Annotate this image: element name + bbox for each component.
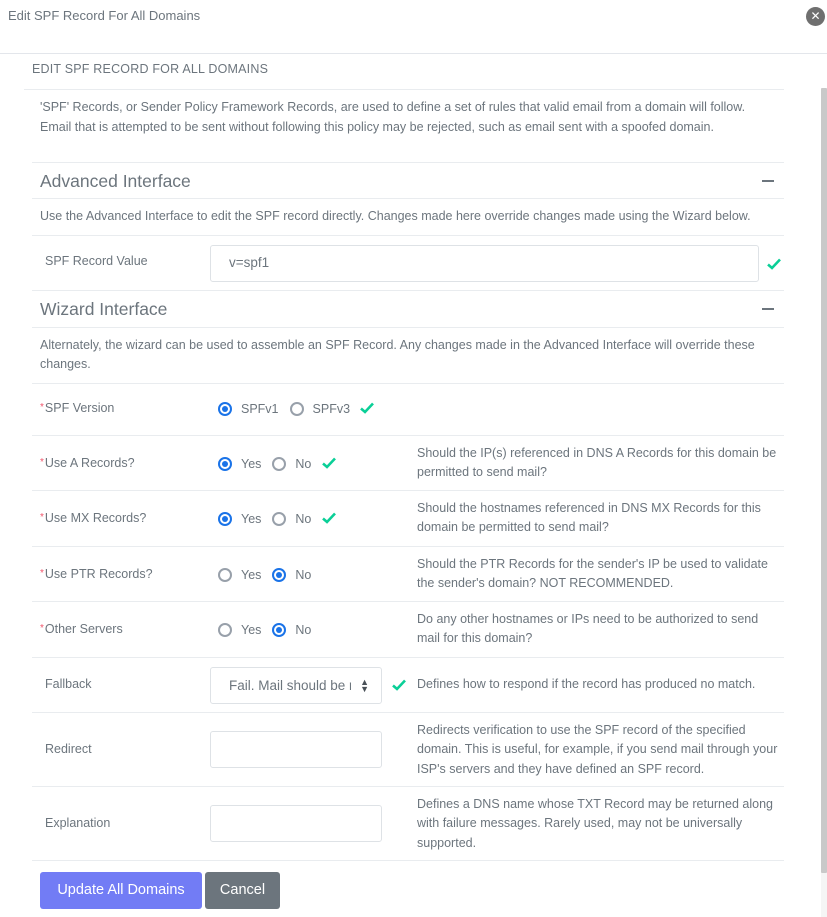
radio-checked-icon[interactable] <box>218 402 232 416</box>
radio-spfv3[interactable]: SPFv3 <box>289 402 362 416</box>
use-mx-records-help: Should the hostnames referenced in DNS M… <box>417 500 761 535</box>
use-a-records-radio-group: Yes No <box>218 457 337 472</box>
intro-text: 'SPF' Records, or Sender Policy Framewor… <box>40 100 746 134</box>
minus-icon[interactable] <box>762 180 774 182</box>
check-icon <box>360 402 374 417</box>
other-servers-label: *Other Servers <box>40 621 123 636</box>
modal-title: Edit SPF Record For All Domains <box>8 8 201 23</box>
fallback-select-value: Fail. Mail should be rejected <box>229 677 351 693</box>
required-marker: * <box>40 401 44 413</box>
radio-unchecked-icon[interactable] <box>289 402 304 416</box>
radio-ptr-no[interactable]: No <box>272 567 322 582</box>
explanation-help: Defines a DNS name whose TXT Record may … <box>417 796 773 850</box>
radio-ptr-yes[interactable]: Yes <box>218 567 272 582</box>
wizard-interface-header[interactable]: Wizard Interface <box>32 291 784 328</box>
radio-checked-icon[interactable] <box>218 512 232 526</box>
radio-unchecked-icon[interactable] <box>218 567 232 582</box>
other-servers-radio-group: Yes No <box>218 622 322 637</box>
fallback-help: Defines how to respond if the record has… <box>417 676 756 691</box>
spf-version-label: *SPF Version <box>40 400 115 415</box>
fallback-row: Fallback Fail. Mail should be rejected ▲… <box>32 658 784 713</box>
radio-unchecked-icon[interactable] <box>218 622 232 637</box>
advanced-interface-description: Use the Advanced Interface to edit the S… <box>32 199 784 236</box>
radio-mx-no[interactable]: No <box>272 512 322 526</box>
redirect-row: Redirect Redirects verification to use t… <box>32 713 784 787</box>
fallback-label: Fallback <box>45 676 92 691</box>
use-mx-records-row: *Use MX Records? Yes No Should the hostn… <box>32 491 784 547</box>
form-content: 'SPF' Records, or Sender Policy Framewor… <box>32 90 784 861</box>
other-servers-help: Do any other hostnames or IPs need to be… <box>417 611 759 646</box>
radio-other-no[interactable]: No <box>272 622 322 637</box>
update-all-domains-button[interactable]: Update All Domains <box>40 872 202 909</box>
explanation-label: Explanation <box>45 815 111 830</box>
check-icon <box>767 258 781 270</box>
check-icon <box>392 679 406 691</box>
explanation-row: Explanation Defines a DNS name whose TXT… <box>32 787 784 861</box>
use-a-records-row: *Use A Records? Yes No Should the IP(s) … <box>32 436 784 491</box>
modal-header: Edit SPF Record For All Domains ✕ <box>0 0 827 54</box>
explanation-input[interactable] <box>210 804 382 842</box>
use-ptr-records-radio-group: Yes No <box>218 567 322 582</box>
advanced-interface-header[interactable]: Advanced Interface <box>32 162 784 199</box>
advanced-interface-title: Advanced Interface <box>40 171 191 191</box>
use-ptr-records-label: *Use PTR Records? <box>40 566 153 581</box>
radio-checked-icon[interactable] <box>272 567 287 582</box>
radio-mx-yes[interactable]: Yes <box>218 512 272 526</box>
use-mx-records-radio-group: Yes No <box>218 512 337 527</box>
use-a-records-label: *Use A Records? <box>40 455 135 470</box>
wizard-interface-title: Wizard Interface <box>40 298 168 319</box>
scrollbar-thumb[interactable] <box>821 88 827 873</box>
use-mx-records-label: *Use MX Records? <box>40 510 147 525</box>
radio-checked-icon[interactable] <box>218 457 232 471</box>
minus-icon[interactable] <box>762 307 774 310</box>
redirect-input[interactable] <box>210 730 382 768</box>
select-arrows-icon: ▲ ▼ <box>360 676 369 694</box>
other-servers-row: *Other Servers Yes No Do any other hostn… <box>32 602 784 658</box>
spf-record-input[interactable]: v=spf1 <box>210 244 759 282</box>
radio-other-yes[interactable]: Yes <box>218 622 272 637</box>
radio-unchecked-icon[interactable] <box>272 457 287 471</box>
spf-record-label: SPF Record Value <box>45 253 148 268</box>
check-icon <box>322 512 337 527</box>
redirect-help: Redirects verification to use the SPF re… <box>417 722 778 776</box>
spf-record-row: SPF Record Value v=spf1 <box>32 236 784 291</box>
wizard-interface-description: Alternately, the wizard can be used to a… <box>32 328 784 384</box>
modal-footer: Update All Domains Cancel <box>40 872 280 909</box>
radio-checked-icon[interactable] <box>272 622 287 637</box>
cancel-button[interactable]: Cancel <box>205 872 280 909</box>
close-icon[interactable]: ✕ <box>806 7 825 26</box>
radio-a-no[interactable]: No <box>272 457 322 471</box>
radio-spfv1[interactable]: SPFv1 <box>218 402 290 416</box>
spf-version-row: *SPF Version SPFv1 SPFv3 <box>32 384 784 436</box>
redirect-label: Redirect <box>45 741 92 756</box>
use-a-records-help: Should the IP(s) referenced in DNS A Rec… <box>417 445 777 480</box>
check-icon <box>322 457 337 472</box>
fallback-select[interactable]: Fail. Mail should be rejected ▲▼ <box>210 666 382 704</box>
radio-unchecked-icon[interactable] <box>272 512 287 526</box>
spf-version-radio-group: SPFv1 SPFv3 <box>218 402 374 417</box>
panel-title: EDIT SPF RECORD FOR ALL DOMAINS <box>32 62 269 76</box>
modal-body: EDIT SPF RECORD FOR ALL DOMAINS 'SPF' Re… <box>0 54 827 917</box>
radio-a-yes[interactable]: Yes <box>218 457 272 471</box>
use-ptr-records-row: *Use PTR Records? Yes No Should the PTR … <box>32 547 784 602</box>
use-ptr-records-help: Should the PTR Records for the sender's … <box>417 556 768 591</box>
